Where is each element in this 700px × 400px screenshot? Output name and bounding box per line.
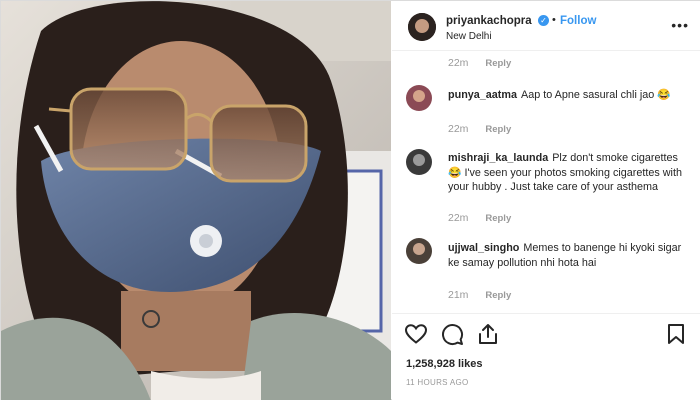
reply-button[interactable]: Reply [485, 290, 511, 301]
comment-time: 22m [448, 57, 469, 69]
selfie-image [1, 1, 391, 400]
more-options-icon[interactable]: ••• [671, 17, 689, 33]
comment-username[interactable]: mishraji_ka_launda [448, 152, 548, 164]
heart-icon[interactable] [404, 322, 428, 346]
comment-text: ujjwal_singho Memes to banenge hi kyoki s… [448, 241, 688, 270]
avatar-image [408, 13, 436, 41]
avatar-image [406, 238, 432, 264]
comment-time: 22m [448, 123, 469, 135]
reply-button[interactable]: Reply [485, 58, 511, 69]
commenter-avatar[interactable] [406, 149, 432, 175]
separator-dot: • [552, 14, 556, 26]
post-side-panel: priyankachopra ✓ • Follow New Delhi ••• … [392, 1, 700, 400]
instagram-post-window: priyankachopra ✓ • Follow New Delhi ••• … [0, 0, 700, 400]
commenter-avatar[interactable] [406, 238, 432, 264]
reply-button[interactable]: Reply [485, 124, 511, 135]
avatar-image [406, 85, 432, 111]
follow-button[interactable]: Follow [560, 15, 596, 27]
location-link[interactable]: New Delhi [446, 31, 492, 42]
comment-username[interactable]: punya_aatma [448, 89, 517, 101]
comment-meta: 22m Reply [448, 123, 511, 135]
comment-body: Aap to Apne sasural chli jao 😂 [521, 89, 671, 101]
likes-count[interactable]: 1,258,928 likes [406, 358, 482, 370]
post-timestamp[interactable]: 11 HOURS AGO [406, 378, 469, 387]
post-header: priyankachopra ✓ • Follow New Delhi ••• [392, 1, 700, 51]
bookmark-icon[interactable] [664, 322, 688, 346]
avatar-image [406, 149, 432, 175]
profile-username[interactable]: priyankachopra [446, 15, 532, 27]
comment-icon[interactable] [440, 322, 464, 346]
post-photo[interactable] [1, 1, 391, 400]
comment-username[interactable]: ujjwal_singho [448, 242, 519, 254]
profile-avatar[interactable] [408, 13, 436, 41]
share-icon[interactable] [476, 322, 500, 346]
verified-badge-icon: ✓ [538, 15, 549, 26]
comment-meta: 21m Reply [448, 289, 511, 301]
comment-text: mishraji_ka_launda Plz don't smoke cigare… [448, 151, 688, 195]
comment-time: 22m [448, 212, 469, 224]
comment-meta: 22m Reply [448, 212, 511, 224]
commenter-avatar[interactable] [406, 85, 432, 111]
post-actions: 1,258,928 likes 11 HOURS AGO [392, 313, 700, 400]
comments-list: 22m Reply punya_aatma Aap to Apne sasural… [392, 51, 700, 313]
comment-time: 21m [448, 289, 469, 301]
comment-text: punya_aatma Aap to Apne sasural chli jao … [448, 88, 688, 103]
comment-meta: 22m Reply [448, 57, 511, 69]
reply-button[interactable]: Reply [485, 213, 511, 224]
